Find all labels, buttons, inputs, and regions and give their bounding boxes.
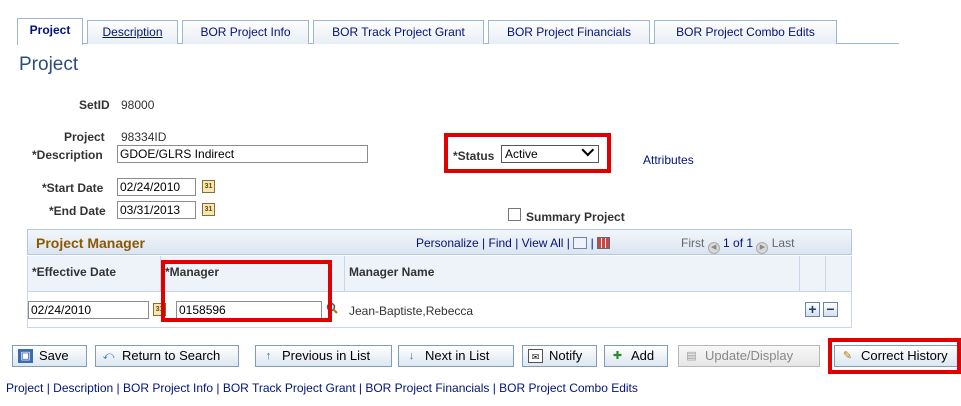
footer-link-bor-project-combo-edits[interactable]: BOR Project Combo Edits: [499, 381, 638, 395]
delete-row-button[interactable]: −: [823, 302, 838, 317]
calendar-icon[interactable]: 31: [202, 180, 215, 193]
description-label: *Description: [32, 148, 103, 162]
tab-label: BOR Track Project Grant: [332, 25, 465, 39]
footer-link-bor-project-financials[interactable]: BOR Project Financials: [365, 381, 489, 395]
tab-project[interactable]: Project: [17, 18, 83, 45]
table-row: 02/24/2010 31 0158596 Jean-Baptiste,Rebe…: [27, 292, 852, 328]
highlight-manager: [161, 260, 332, 322]
manager-name-value: Jean-Baptiste,Rebecca: [349, 304, 474, 318]
return-label: Return to Search: [122, 348, 221, 363]
end-date-label: *End Date: [49, 204, 106, 218]
add-label: Add: [631, 348, 655, 363]
range-label: 1 of 1: [723, 236, 754, 250]
start-date-label: *Start Date: [42, 181, 104, 195]
tab-bor-project-info[interactable]: BOR Project Info: [182, 20, 309, 44]
end-date-input[interactable]: 03/31/2013: [117, 201, 196, 219]
page-title: Project: [19, 54, 79, 75]
footer-links: Project | Description | BOR Project Info…: [6, 381, 638, 395]
col-add: [800, 256, 826, 292]
update-display-icon: ▤: [686, 350, 697, 362]
footer-link-project[interactable]: Project: [6, 381, 43, 395]
save-button[interactable]: ▣ Save: [12, 345, 87, 367]
calendar-icon[interactable]: 31: [202, 203, 215, 216]
col-effective-date: *Effective Date: [27, 256, 161, 292]
attributes-link[interactable]: Attributes: [643, 153, 694, 167]
tab-bar: Project Description BOR Project Info BOR…: [17, 18, 899, 45]
tab-label: BOR Project Financials: [506, 25, 632, 39]
grid-header: Project Manager Personalize | Find | Vie…: [27, 229, 852, 255]
summary-project-checkbox[interactable]: [508, 208, 521, 221]
find-link[interactable]: Find: [489, 236, 512, 250]
download-grid-icon[interactable]: [597, 237, 611, 249]
first-label[interactable]: First: [681, 236, 704, 250]
highlight-status: [444, 133, 611, 173]
start-date-input[interactable]: 02/24/2010: [117, 178, 196, 196]
col-manager-name: Manager Name: [345, 256, 800, 292]
previous-list-icon: ↑: [265, 350, 272, 362]
project-label: Project: [64, 130, 105, 144]
notify-icon: ✉: [528, 349, 543, 363]
summary-project-label: Summary Project: [526, 210, 625, 224]
tab-bor-project-financials[interactable]: BOR Project Financials: [488, 20, 650, 44]
setid-label: SetID: [79, 98, 110, 112]
description-input[interactable]: GDOE/GLRS Indirect: [117, 145, 368, 163]
previous-in-list-button[interactable]: ↑ Previous in List: [255, 345, 392, 367]
update-display-label: Update/Display: [705, 348, 794, 363]
grid-nav: Personalize | Find | View All | |: [416, 236, 611, 250]
add-button[interactable]: ✚ Add: [604, 345, 668, 367]
view-all-link[interactable]: View All: [522, 236, 564, 250]
new-window-icon[interactable]: [573, 237, 588, 249]
tab-bor-track-project-grant[interactable]: BOR Track Project Grant: [313, 20, 484, 44]
highlight-correct-history: [828, 338, 961, 374]
tab-label: BOR Project Info: [200, 25, 291, 39]
previous-label: Previous in List: [282, 348, 371, 363]
footer-link-bor-project-info[interactable]: BOR Project Info: [123, 381, 213, 395]
previous-row-icon[interactable]: ◀: [707, 242, 720, 254]
save-label: Save: [39, 348, 69, 363]
project-value: 98334ID: [121, 130, 167, 144]
last-label[interactable]: Last: [772, 236, 795, 250]
search-return-icon: ⤺: [102, 350, 115, 362]
effective-date-input[interactable]: 02/24/2010: [28, 301, 149, 319]
footer-link-bor-track-project-grant[interactable]: BOR Track Project Grant: [223, 381, 356, 395]
col-delete: [826, 256, 852, 292]
tab-label: Description: [102, 25, 163, 39]
tab-label: Project: [29, 23, 71, 37]
return-to-search-button[interactable]: ⤺ Return to Search: [95, 345, 239, 367]
save-icon: ▣: [18, 349, 33, 363]
tab-label: BOR Project Combo Edits: [676, 25, 815, 39]
notify-button[interactable]: ✉ Notify: [522, 345, 597, 367]
notify-label: Notify: [549, 348, 583, 363]
setid-value: 98000: [121, 98, 155, 112]
footer-link-description[interactable]: Description: [53, 381, 113, 395]
grid-pager: First ◀ 1 of 1 ▶ Last: [681, 236, 794, 254]
next-row-icon[interactable]: ▶: [756, 242, 769, 254]
next-label: Next in List: [425, 348, 490, 363]
grid-title: Project Manager: [36, 235, 145, 251]
tab-description[interactable]: Description: [87, 20, 178, 44]
personalize-link[interactable]: Personalize: [416, 236, 479, 250]
update-display-button[interactable]: ▤ Update/Display: [678, 345, 820, 367]
add-row-button[interactable]: +: [805, 302, 820, 317]
next-in-list-button[interactable]: ↓ Next in List: [398, 345, 514, 367]
tab-bor-project-combo-edits[interactable]: BOR Project Combo Edits: [654, 20, 837, 44]
add-icon: ✚: [612, 350, 623, 362]
next-list-icon: ↓: [408, 350, 415, 362]
